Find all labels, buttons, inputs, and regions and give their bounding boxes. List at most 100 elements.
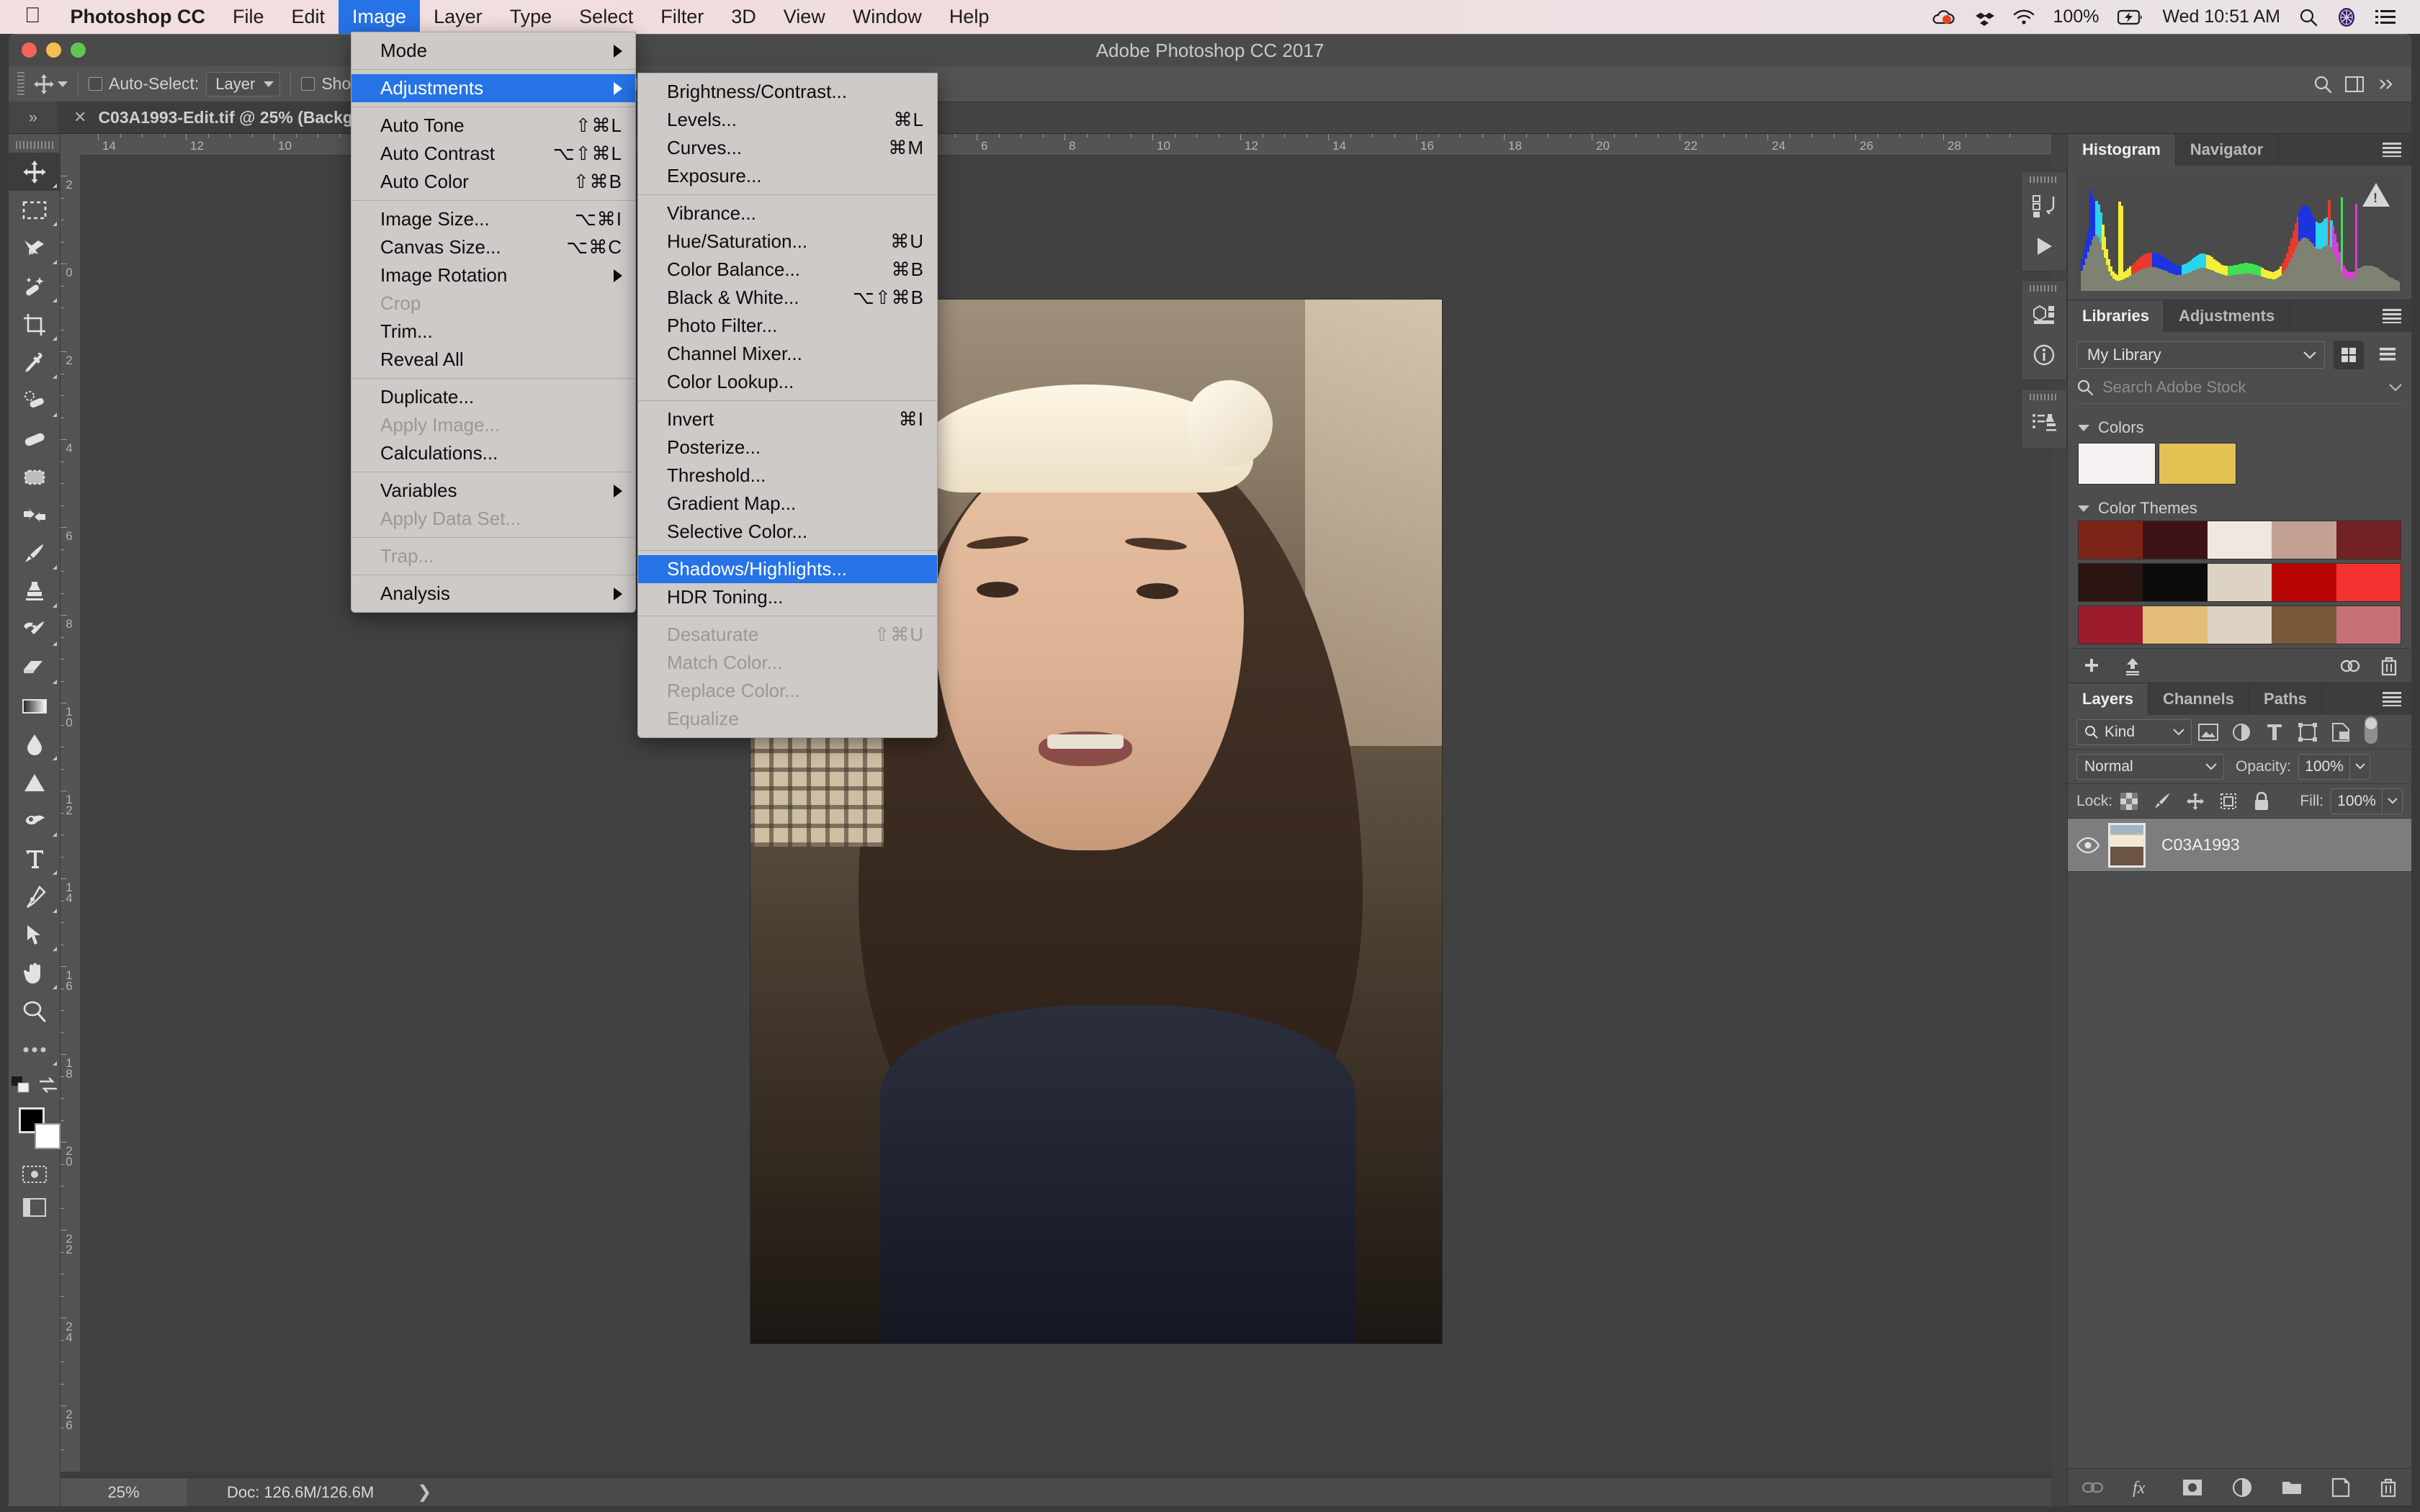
filter-pixel-icon[interactable] — [2192, 718, 2225, 747]
blend-mode-select[interactable]: Normal — [2076, 753, 2224, 780]
theme-swatch[interactable] — [2143, 606, 2208, 644]
apple-icon[interactable]:  — [22, 0, 57, 35]
screen-mode-icon[interactable] — [9, 1191, 60, 1224]
eraser-tool[interactable] — [9, 649, 60, 687]
theme-swatch[interactable] — [2336, 521, 2401, 559]
grid-view-icon[interactable] — [2334, 341, 2364, 369]
theme-swatch[interactable] — [2207, 606, 2272, 644]
theme-swatch[interactable] — [2336, 564, 2401, 601]
menu-item-channel-mixer[interactable]: Channel Mixer... — [638, 340, 937, 368]
lock-position-icon[interactable] — [2179, 787, 2212, 816]
color-theme-row[interactable] — [2078, 606, 2401, 644]
menu-item-threshold[interactable]: Threshold... — [638, 462, 937, 490]
dock-grip[interactable] — [2030, 394, 2058, 400]
tool-flyout-indicator[interactable] — [53, 832, 57, 837]
theme-swatch[interactable] — [2272, 521, 2336, 559]
menu-item-hue-saturation[interactable]: Hue/Saturation... ⌘U — [638, 228, 937, 256]
zoom-tool[interactable] — [9, 992, 60, 1030]
menu-item-black-white[interactable]: Black & White... ⌥⇧⌘B — [638, 284, 937, 312]
theme-swatch[interactable] — [2272, 564, 2336, 601]
tool-flyout-indicator[interactable] — [53, 756, 57, 760]
link-layers-icon[interactable] — [2081, 1480, 2104, 1495]
rectangular-marquee-tool[interactable] — [9, 191, 60, 229]
lock-artboard-icon[interactable] — [2212, 787, 2245, 816]
layer-filter-kind-select[interactable]: Kind — [2076, 719, 2192, 745]
list-view-icon[interactable] — [2372, 341, 2403, 369]
layer-thumbnail[interactable] — [2108, 822, 2146, 868]
tool-flyout-indicator[interactable] — [53, 413, 57, 417]
battery-charging-icon[interactable] — [2118, 9, 2143, 25]
chevrons-right-icon[interactable]: » — [9, 102, 58, 133]
tab-paths[interactable]: Paths — [2249, 683, 2322, 715]
edit-toolbar-button[interactable] — [9, 1030, 60, 1068]
menu-item-trim[interactable]: Trim... — [351, 318, 635, 346]
show-transform-checkbox[interactable] — [301, 77, 315, 91]
chevron-down-icon[interactable] — [2388, 383, 2403, 392]
actions-panel-icon[interactable] — [2027, 229, 2061, 264]
tool-flyout-indicator[interactable] — [53, 909, 57, 913]
content-aware-move-tool[interactable] — [9, 496, 60, 534]
adjustments-submenu[interactable]: Brightness/Contrast... Levels... ⌘L Curves.… — [637, 73, 938, 738]
swap-colors-icon[interactable] — [38, 1076, 58, 1094]
menu-item-mode[interactable]: Mode — [351, 37, 635, 65]
search-icon[interactable] — [2309, 71, 2336, 98]
properties-panel-icon[interactable] — [2027, 297, 2061, 332]
menu-item-variables[interactable]: Variables — [351, 477, 635, 505]
chevron-down-icon[interactable] — [2349, 754, 2370, 779]
chevrons-icon[interactable] — [2372, 71, 2400, 98]
default-colors-icon[interactable] — [11, 1076, 33, 1094]
toolbox-grip[interactable] — [9, 137, 60, 153]
panel-menu-icon[interactable] — [2383, 143, 2401, 157]
section-header-colors[interactable]: Colors — [2068, 411, 2411, 440]
patch-tool[interactable] — [9, 458, 60, 496]
menu-item-color-balance[interactable]: Color Balance... ⌘B — [638, 256, 937, 284]
healing-brush-tool[interactable] — [9, 420, 60, 458]
lasso-tool[interactable] — [9, 229, 60, 267]
menubar-item-filter[interactable]: Filter — [647, 0, 717, 34]
tool-flyout-indicator[interactable] — [53, 985, 57, 989]
tool-flyout-indicator[interactable] — [53, 947, 57, 951]
menu-item-auto-tone[interactable]: Auto Tone ⇧⌘L — [351, 112, 635, 140]
hand-tool[interactable] — [9, 954, 60, 992]
theme-swatch[interactable] — [2143, 521, 2208, 559]
zoom-level-field[interactable]: 25% — [60, 1477, 187, 1506]
info-panel-icon[interactable] — [2027, 338, 2061, 372]
filter-shape-icon[interactable] — [2291, 718, 2324, 747]
menubar-item-help[interactable]: Help — [936, 0, 1003, 34]
tool-flyout-indicator[interactable] — [53, 603, 57, 608]
tab-libraries[interactable]: Libraries — [2068, 300, 2164, 332]
menu-item-photo-filter[interactable]: Photo Filter... — [638, 312, 937, 340]
theme-swatch[interactable] — [2207, 521, 2272, 559]
dock-grip[interactable] — [2030, 285, 2058, 292]
lock-transparency-icon[interactable] — [2112, 787, 2146, 816]
menu-item-brightness-contrast[interactable]: Brightness/Contrast... — [638, 78, 937, 106]
move-tool[interactable] — [9, 153, 60, 191]
spotlight-search-icon[interactable] — [2299, 8, 2318, 27]
filter-smartobject-icon[interactable] — [2324, 718, 2357, 747]
theme-swatch[interactable] — [2207, 564, 2272, 601]
creative-cloud-icon[interactable] — [2339, 657, 2361, 675]
opacity-field[interactable]: 100% — [2298, 753, 2371, 780]
delete-icon[interactable] — [2380, 656, 2398, 676]
background-color-swatch[interactable] — [35, 1123, 60, 1149]
blur-tool[interactable] — [9, 725, 60, 763]
theme-swatch[interactable] — [2272, 606, 2336, 644]
section-header-color-themes[interactable]: Color Themes — [2068, 492, 2411, 521]
layer-row[interactable]: C03A1993 — [2068, 819, 2411, 872]
menu-item-vibrance[interactable]: Vibrance... — [638, 199, 937, 228]
chevron-right-icon[interactable]: ❯ — [374, 1482, 431, 1503]
tool-flyout-indicator[interactable] — [53, 336, 57, 341]
tab-adjustments[interactable]: Adjustments — [2164, 300, 2290, 332]
close-tab-icon[interactable]: ✕ — [73, 108, 86, 127]
filter-toggle-icon[interactable] — [2362, 715, 2380, 749]
tool-flyout-indicator[interactable] — [53, 870, 57, 875]
tool-flyout-indicator[interactable] — [53, 222, 57, 226]
quick-mask-icon[interactable] — [9, 1158, 60, 1191]
cached-data-warning-icon[interactable] — [2362, 183, 2390, 207]
menubar-item-type[interactable]: Type — [496, 0, 566, 34]
pen-tool[interactable] — [9, 878, 60, 916]
menu-item-shadows-highlights[interactable]: Shadows/Highlights... — [638, 555, 937, 583]
fill-field[interactable]: 100% — [2331, 788, 2403, 814]
clone-stamp-tool[interactable] — [9, 572, 60, 611]
add-icon[interactable] — [2081, 656, 2101, 676]
